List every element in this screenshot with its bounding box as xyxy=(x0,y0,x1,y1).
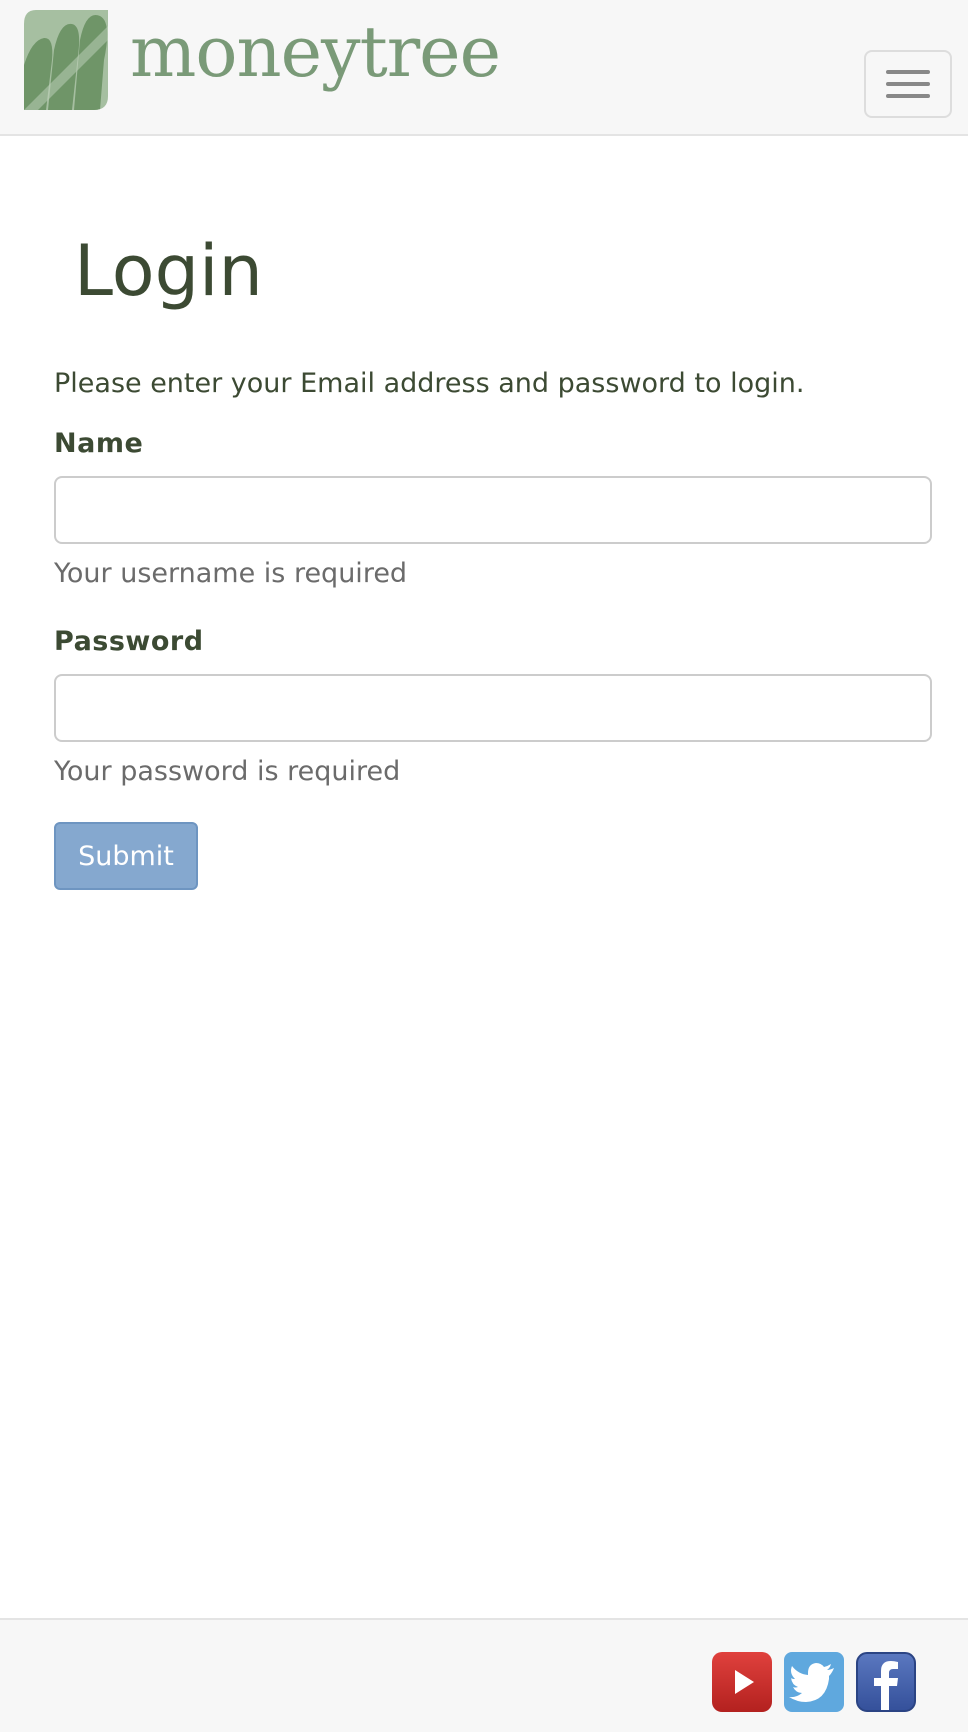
page-title: Login xyxy=(74,230,263,312)
top-navbar: moneytree xyxy=(0,0,968,136)
hamburger-menu-icon-bar xyxy=(886,82,930,86)
hamburger-menu-icon-bar xyxy=(886,70,930,74)
login-instructions: Please enter your Email address and pass… xyxy=(54,368,805,399)
submit-button[interactable]: Submit xyxy=(54,822,198,890)
password-help-text: Your password is required xyxy=(54,756,401,787)
moneytree-logo-icon xyxy=(24,10,108,110)
page-footer xyxy=(0,1618,968,1732)
youtube-icon xyxy=(712,1652,772,1712)
twitter-icon xyxy=(784,1652,844,1712)
hamburger-menu-icon-bar xyxy=(886,94,930,98)
password-input[interactable] xyxy=(54,674,932,742)
password-label: Password xyxy=(54,626,204,657)
hamburger-menu-button[interactable] xyxy=(864,50,952,118)
brand-logo-link[interactable]: moneytree xyxy=(24,10,501,110)
name-help-text: Your username is required xyxy=(54,558,408,589)
youtube-link[interactable] xyxy=(712,1652,772,1712)
twitter-link[interactable] xyxy=(784,1652,844,1712)
facebook-icon xyxy=(856,1652,916,1712)
name-label: Name xyxy=(54,428,144,459)
name-input[interactable] xyxy=(54,476,932,544)
facebook-link[interactable] xyxy=(856,1652,916,1712)
brand-name: moneytree xyxy=(130,11,501,93)
